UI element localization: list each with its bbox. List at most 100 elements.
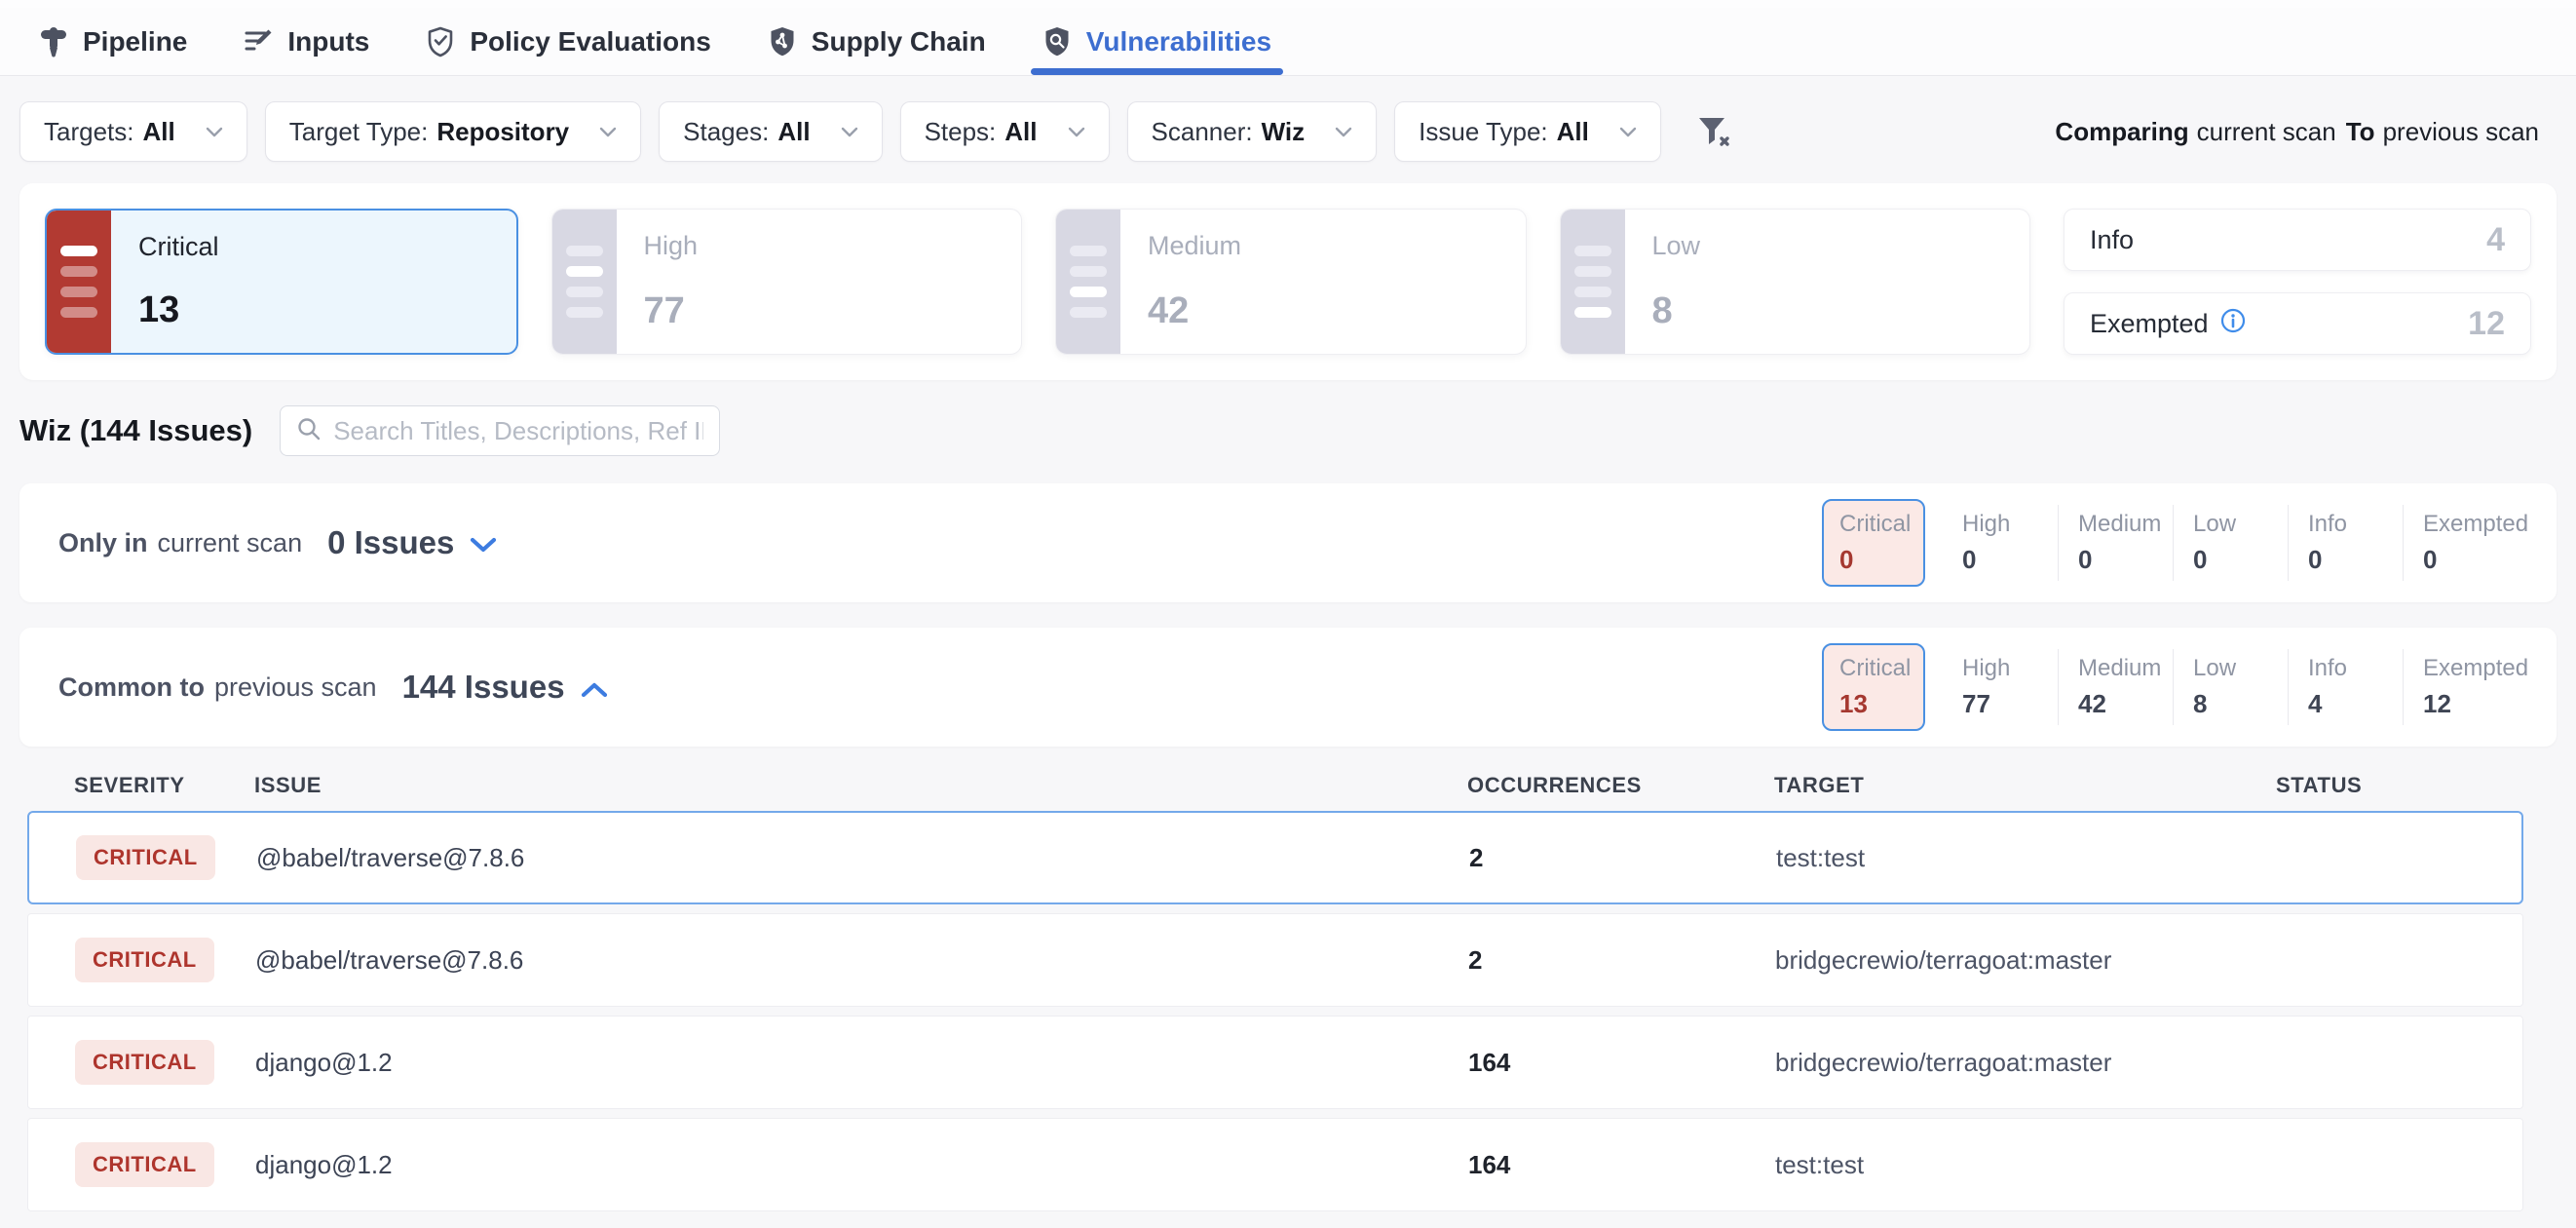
chip-label: Critical bbox=[1839, 511, 1923, 538]
tab-supply-chain[interactable]: Supply Chain bbox=[768, 8, 986, 75]
chip-exempted[interactable]: Exempted 0 bbox=[2403, 505, 2518, 581]
severity-level-icon bbox=[1561, 210, 1625, 354]
chip-low[interactable]: Low 0 bbox=[2173, 505, 2288, 581]
side-card-count: 4 bbox=[2486, 221, 2505, 259]
filter-label: Scanner: bbox=[1152, 117, 1253, 147]
occurrences-cell: 2 bbox=[1468, 945, 1775, 976]
filter-label: Steps: bbox=[925, 117, 997, 147]
issue-cell: @babel/traverse@7.8.6 bbox=[256, 843, 1469, 873]
tab-vulnerabilities[interactable]: Vulnerabilities bbox=[1042, 8, 1271, 75]
chip-info[interactable]: Info 4 bbox=[2288, 649, 2403, 725]
tab-label: Policy Evaluations bbox=[470, 26, 710, 58]
table-header-row: SEVERITY ISSUE OCCURRENCES TARGET STATUS bbox=[27, 760, 2523, 811]
target-cell: test:test bbox=[1775, 1150, 2277, 1180]
clear-filters-icon[interactable] bbox=[1696, 115, 1731, 148]
severity-card-low[interactable]: Low 8 bbox=[1560, 209, 2031, 355]
chip-label: Medium bbox=[2078, 655, 2173, 682]
chip-count: 13 bbox=[1839, 689, 1923, 719]
common-to-bold: Common to bbox=[58, 672, 205, 703]
chip-info[interactable]: Info 0 bbox=[2288, 505, 2403, 581]
chip-critical[interactable]: Critical 0 bbox=[1822, 499, 1925, 587]
column-header-occurrences: OCCURRENCES bbox=[1467, 773, 1774, 798]
severity-level-icon bbox=[47, 211, 111, 353]
column-header-target: TARGET bbox=[1774, 773, 2276, 798]
tab-policy-evaluations[interactable]: Policy Evaluations bbox=[426, 8, 710, 75]
tab-label: Inputs bbox=[287, 26, 369, 58]
scanner-header-row: Wiz (144 Issues) bbox=[19, 405, 2557, 456]
side-card-label: Info bbox=[2090, 225, 2134, 255]
chip-exempted[interactable]: Exempted 12 bbox=[2403, 649, 2518, 725]
chip-label: Medium bbox=[2078, 511, 2173, 538]
issue-cell: django@1.2 bbox=[255, 1048, 1468, 1078]
tab-pipeline[interactable]: Pipeline bbox=[39, 8, 187, 75]
search-box bbox=[280, 405, 720, 456]
only-in-issues-toggle[interactable]: 0 Issues bbox=[327, 524, 497, 561]
chip-medium[interactable]: Medium 0 bbox=[2058, 505, 2173, 581]
chip-label: Low bbox=[2193, 655, 2288, 682]
severity-badge: CRITICAL bbox=[75, 1142, 214, 1187]
chevron-down-icon bbox=[206, 127, 223, 137]
filter-stages[interactable]: Stages: All bbox=[659, 101, 882, 162]
search-input[interactable] bbox=[333, 416, 703, 446]
severity-card-info[interactable]: Info 4 bbox=[2064, 209, 2531, 271]
chevron-up-icon bbox=[581, 669, 608, 706]
search-icon bbox=[296, 416, 322, 446]
filter-label: Issue Type: bbox=[1419, 117, 1548, 147]
top-strip bbox=[0, 0, 2576, 8]
comparison-previous-scan: previous scan bbox=[2383, 117, 2539, 146]
filters-bar: Targets: All Target Type: Repository Sta… bbox=[0, 76, 2576, 183]
filter-value: Repository bbox=[436, 117, 569, 147]
severity-card-exempted[interactable]: Exempted 12 bbox=[2064, 292, 2531, 355]
chip-low[interactable]: Low 8 bbox=[2173, 649, 2288, 725]
info-icon[interactable] bbox=[2220, 308, 2246, 340]
table-row[interactable]: CRITICAL django@1.2 164 test:test bbox=[27, 1118, 2523, 1211]
chip-high[interactable]: High 0 bbox=[1943, 505, 2058, 581]
column-header-status: STATUS bbox=[2276, 773, 2523, 798]
only-in-rest: current scan bbox=[158, 528, 303, 558]
severity-card-high[interactable]: High 77 bbox=[551, 209, 1023, 355]
column-header-issue: ISSUE bbox=[254, 773, 1467, 798]
occurrences-cell: 164 bbox=[1468, 1048, 1775, 1078]
comparing-word: Comparing bbox=[2055, 117, 2188, 146]
filter-steps[interactable]: Steps: All bbox=[900, 101, 1110, 162]
comparison-label: Comparingcurrent scanToprevious scan bbox=[2055, 117, 2547, 147]
filter-target-type[interactable]: Target Type: Repository bbox=[265, 101, 641, 162]
chip-count: 77 bbox=[1962, 689, 2058, 719]
filter-scanner[interactable]: Scanner: Wiz bbox=[1127, 101, 1378, 162]
tab-label: Pipeline bbox=[83, 26, 187, 58]
side-card-label: Exempted bbox=[2090, 309, 2209, 339]
severity-badge: CRITICAL bbox=[75, 938, 214, 982]
common-to-issues-count: 144 Issues bbox=[402, 669, 565, 706]
comparison-current-scan: current scan bbox=[2197, 117, 2336, 146]
tab-inputs[interactable]: Inputs bbox=[244, 8, 369, 75]
filter-issue-type[interactable]: Issue Type: All bbox=[1394, 101, 1661, 162]
chip-count: 4 bbox=[2308, 689, 2403, 719]
chip-label: Info bbox=[2308, 655, 2403, 682]
chip-count: 12 bbox=[2423, 689, 2518, 719]
column-header-severity: SEVERITY bbox=[74, 773, 254, 798]
severity-badge: CRITICAL bbox=[76, 835, 215, 880]
severity-card-label: Medium bbox=[1148, 231, 1498, 261]
filter-label: Stages: bbox=[683, 117, 769, 147]
chevron-down-icon bbox=[1335, 127, 1352, 137]
common-to-rest: previous scan bbox=[214, 672, 377, 703]
severity-card-medium[interactable]: Medium 42 bbox=[1055, 209, 1527, 355]
filter-targets[interactable]: Targets: All bbox=[19, 101, 247, 162]
chip-label: Exempted bbox=[2423, 655, 2518, 682]
table-row[interactable]: CRITICAL @babel/traverse@7.8.6 2 test:te… bbox=[27, 811, 2523, 904]
chip-count: 8 bbox=[2193, 689, 2288, 719]
filter-value: Wiz bbox=[1262, 117, 1306, 147]
chip-high[interactable]: High 77 bbox=[1943, 649, 2058, 725]
common-to-label: Common to previous scan bbox=[58, 672, 377, 703]
severity-card-count: 13 bbox=[138, 289, 489, 331]
inputs-icon bbox=[244, 26, 273, 58]
table-row[interactable]: CRITICAL django@1.2 164 bridgecrewio/ter… bbox=[27, 1016, 2523, 1109]
common-to-issues-toggle[interactable]: 144 Issues bbox=[402, 669, 608, 706]
chip-medium[interactable]: Medium 42 bbox=[2058, 649, 2173, 725]
chip-critical[interactable]: Critical 13 bbox=[1822, 643, 1925, 731]
table-row[interactable]: CRITICAL @babel/traverse@7.8.6 2 bridgec… bbox=[27, 913, 2523, 1007]
side-card-count: 12 bbox=[2468, 305, 2505, 343]
severity-card-critical[interactable]: Critical 13 bbox=[45, 209, 518, 355]
severity-card-label: Low bbox=[1652, 231, 2003, 261]
occurrences-cell: 164 bbox=[1468, 1150, 1775, 1180]
